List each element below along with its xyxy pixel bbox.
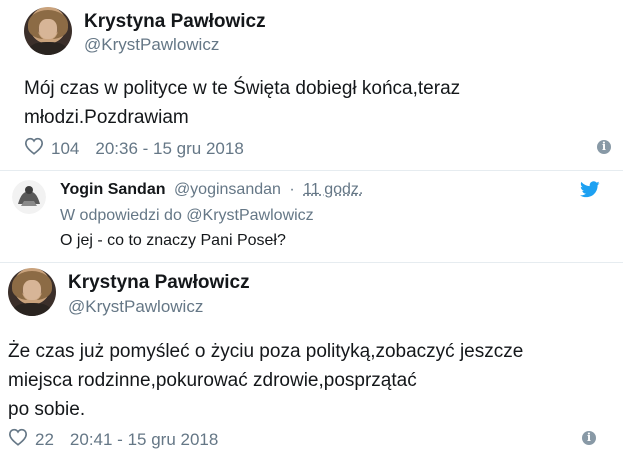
heart-outline-icon[interactable] [24,137,44,160]
reply-to-handle[interactable]: @KrystPawlowicz [186,207,313,224]
tweet-text-line: miejsca rodzinne,pokurować zdrowie,pospr… [8,370,417,391]
avatar[interactable] [24,7,72,55]
author-name[interactable]: Krystyna Pawłowicz [84,11,266,33]
author-name[interactable]: Krystyna Pawłowicz [68,272,250,294]
tweet-meta: 22 20:41 - 15 gru 2018 [8,428,218,451]
divider [0,170,623,171]
reply-context: W odpowiedzi do @KrystPawlowicz [60,207,314,225]
avatar[interactable] [12,180,46,214]
reply-text: O jej - co to znaczy Pani Poseł? [60,232,286,249]
tweet-text-line: młodzi.Pozdrawiam [24,107,189,128]
tweet-meta: 104 20:36 - 15 gru 2018 [24,137,244,160]
tweet-text: Mój czas w polityce w te Święta dobiegł … [24,74,460,132]
divider [0,262,623,263]
tweet-timestamp[interactable]: 20:36 - 15 gru 2018 [95,139,243,159]
tweet-text-line: Mój czas w polityce w te Święta dobiegł … [24,78,461,99]
info-icon[interactable]: i [597,140,611,154]
reply-time[interactable]: 11 godz. [303,181,363,198]
author-handle[interactable]: @KrystPawlowicz [68,297,203,317]
twitter-bird-icon[interactable] [580,181,600,198]
tweet-text-line: Że czas już pomyśleć o życiu poza polity… [8,341,524,362]
avatar[interactable] [8,268,56,316]
info-icon[interactable]: i [582,431,596,445]
reply-header: Yogin Sandan @yoginsandan · 11 godz. [60,181,363,199]
reply-to-label: W odpowiedzi do [60,207,182,224]
author-handle[interactable]: @yoginsandan [174,181,281,198]
like-count: 22 [35,429,54,449]
author-name[interactable]: Yogin Sandan [60,181,165,198]
separator: · [289,181,295,198]
tweet-text: Że czas już pomyśleć o życiu poza polity… [8,337,523,424]
like-count: 104 [51,138,80,158]
author-handle[interactable]: @KrystPawlowicz [84,35,219,55]
tweet-text-line: po sobie. [8,399,86,420]
heart-outline-icon[interactable] [8,428,28,451]
tweet-timestamp[interactable]: 20:41 - 15 gru 2018 [70,430,218,450]
